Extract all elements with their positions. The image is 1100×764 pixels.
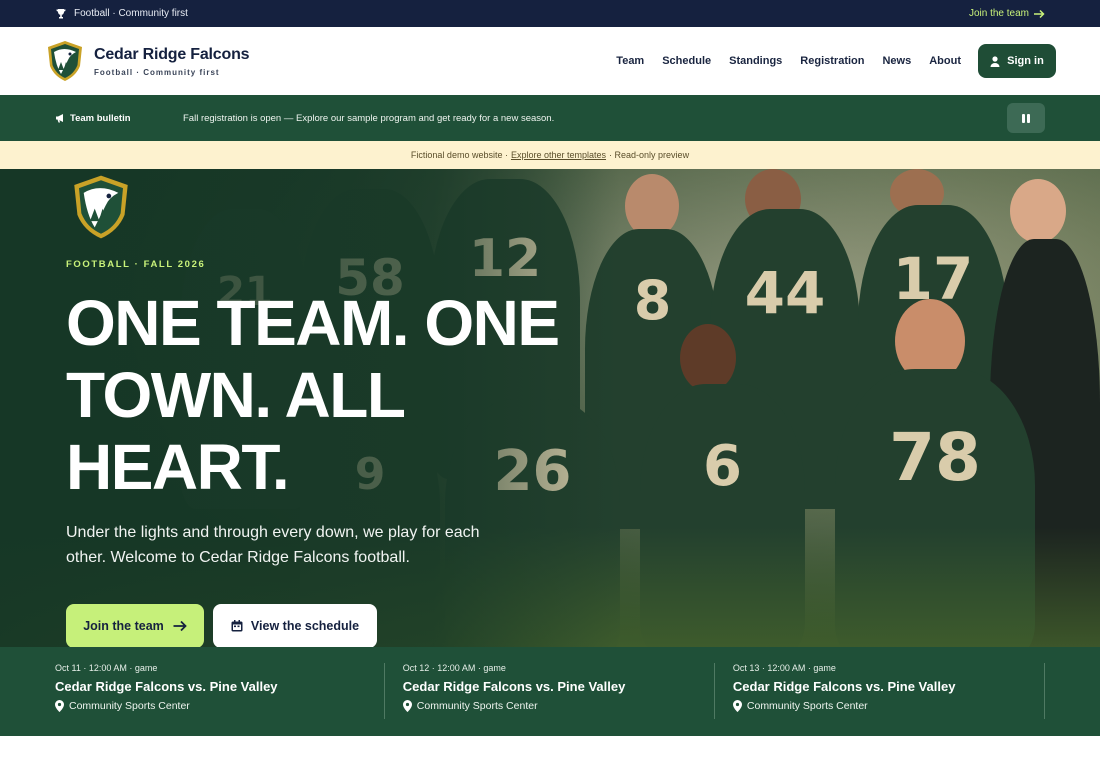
join-team-label: Join the team bbox=[83, 619, 164, 633]
explore-templates-link[interactable]: Explore other templates bbox=[511, 150, 606, 160]
user-icon bbox=[990, 55, 1000, 67]
utility-join-label: Join the team bbox=[968, 8, 1029, 19]
coach-head bbox=[1010, 179, 1066, 243]
bulletin-message: Fall registration is open — Explore our … bbox=[183, 112, 555, 124]
brand-link[interactable]: Cedar Ridge Falcons Football · Community… bbox=[46, 40, 250, 82]
utility-join-link[interactable]: Join the team bbox=[969, 8, 1045, 19]
demo-prefix: Fictional demo website · bbox=[410, 150, 508, 160]
hero-eyebrow: FOOTBALL · FALL 2026 bbox=[66, 259, 206, 270]
game-location: Community Sports Center bbox=[55, 700, 384, 712]
brand-name: Cedar Ridge Falcons bbox=[94, 45, 250, 63]
nav-team[interactable]: Team bbox=[616, 55, 644, 67]
join-team-button[interactable]: Join the team bbox=[66, 604, 204, 647]
game-meta: Oct 12 · 12:00 AM · game bbox=[402, 663, 506, 673]
map-pin-icon bbox=[55, 700, 64, 712]
hero-lede: Under the lights and through every down,… bbox=[66, 524, 480, 566]
game-card[interactable]: Oct 13 · 12:00 AM · game Cedar Ridge Fal… bbox=[715, 663, 1045, 719]
demo-suffix: · Read-only preview bbox=[609, 150, 690, 160]
falcon-logo-icon bbox=[48, 41, 82, 81]
sign-in-label: Sign in bbox=[1007, 55, 1044, 67]
nav-news[interactable]: News bbox=[882, 55, 911, 67]
view-schedule-button[interactable]: View the schedule bbox=[213, 604, 377, 647]
trophy-icon bbox=[56, 8, 66, 18]
hero-headline: ONE TEAM. ONE TOWN. ALL HEART. bbox=[66, 287, 560, 503]
game-title: Cedar Ridge Falcons vs. Pine Valley bbox=[55, 679, 278, 694]
game-location: Community Sports Center bbox=[732, 700, 1044, 712]
demo-notice: Fictional demo website · Explore other t… bbox=[0, 141, 1100, 169]
player-head bbox=[680, 324, 736, 392]
brand-text: Cedar Ridge Falcons Football · Community… bbox=[94, 45, 250, 77]
game-meta: Oct 13 · 12:00 AM · game bbox=[732, 663, 836, 673]
jersey-number: 6 bbox=[703, 434, 742, 499]
jersey-number: 78 bbox=[889, 419, 981, 496]
upcoming-games: Oct 11 · 12:00 AM · game Cedar Ridge Fal… bbox=[0, 647, 1100, 736]
main-nav: Team Schedule Standings Registration New… bbox=[616, 55, 961, 67]
bulletin-label: Team bulletin bbox=[70, 112, 131, 124]
game-location-text: Community Sports Center bbox=[416, 700, 538, 712]
game-location: Community Sports Center bbox=[402, 700, 714, 712]
nav-about[interactable]: About bbox=[929, 55, 961, 67]
brand-tagline: Football · Community first bbox=[94, 67, 220, 77]
team-bulletin: Team bulletin Fall registration is open … bbox=[0, 95, 1100, 141]
game-card[interactable]: Oct 12 · 12:00 AM · game Cedar Ridge Fal… bbox=[385, 663, 715, 719]
nav-schedule[interactable]: Schedule bbox=[662, 55, 711, 67]
arrow-right-icon bbox=[173, 620, 187, 632]
map-pin-icon bbox=[732, 700, 742, 712]
game-card[interactable]: Oct 11 · 12:00 AM · game Cedar Ridge Fal… bbox=[55, 663, 385, 719]
arrow-right-icon bbox=[1034, 9, 1045, 18]
jersey-number: 44 bbox=[744, 259, 826, 327]
view-schedule-label: View the schedule bbox=[250, 619, 360, 633]
nav-standings[interactable]: Standings bbox=[729, 55, 782, 67]
map-pin-icon bbox=[402, 700, 412, 712]
nav-registration[interactable]: Registration bbox=[800, 55, 864, 67]
pause-icon-bar bbox=[1027, 113, 1030, 123]
falcon-crest-icon bbox=[74, 175, 128, 239]
game-meta: Oct 11 · 12:00 AM · game bbox=[55, 663, 158, 673]
game-title: Cedar Ridge Falcons vs. Pine Valley bbox=[732, 679, 956, 694]
hero-section: 21 58 12 8 44 17 26 6 78 9 FOOTBALL · FA… bbox=[0, 169, 1100, 647]
sign-in-button[interactable]: Sign in bbox=[978, 44, 1056, 78]
utility-bar-left: Football · Community first bbox=[55, 8, 188, 20]
bulletin-pause-button[interactable] bbox=[1007, 103, 1045, 133]
bulletin-label-wrap: Team bulletin bbox=[55, 113, 183, 124]
megaphone-icon bbox=[56, 114, 63, 123]
game-title: Cedar Ridge Falcons vs. Pine Valley bbox=[402, 679, 626, 694]
pause-icon bbox=[1022, 113, 1025, 123]
utility-bar-text: Football · Community first bbox=[74, 8, 188, 19]
game-location-text: Community Sports Center bbox=[69, 700, 190, 712]
site-header: Cedar Ridge Falcons Football · Community… bbox=[0, 27, 1100, 95]
game-location-text: Community Sports Center bbox=[746, 700, 868, 712]
calendar-icon bbox=[231, 620, 243, 632]
utility-bar: Football · Community first Join the team bbox=[0, 0, 1100, 27]
